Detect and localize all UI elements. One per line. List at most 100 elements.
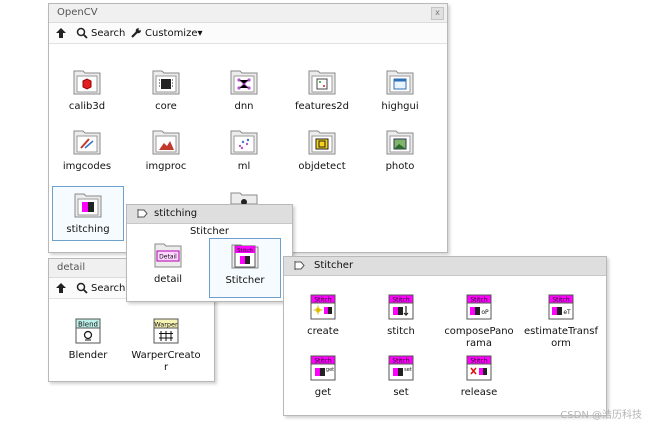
customize-label: Customize▾ xyxy=(145,27,203,39)
stitching-palette: stitching Stitcher Detail detail Stitch … xyxy=(126,204,293,302)
up-arrow-icon xyxy=(56,28,66,38)
folder-codec-icon xyxy=(72,128,102,156)
item-label: detail xyxy=(153,274,183,285)
release-method-icon: Stitch xyxy=(464,354,494,382)
icon-text: Stitch xyxy=(314,358,331,365)
icon-text: Stitch xyxy=(314,297,331,304)
item-label: highgui xyxy=(381,101,419,112)
pin-icon[interactable] xyxy=(136,207,149,220)
icon-text: Detail xyxy=(159,254,177,261)
search-button[interactable]: Search xyxy=(76,281,125,295)
folder-photo-icon xyxy=(385,128,415,156)
stitcher-palette: Stitcher Stitch create Stitch stitch Sti… xyxy=(283,256,607,416)
icon-text: Stitch xyxy=(392,358,409,365)
objdetect-vi[interactable]: objdetect xyxy=(287,128,357,173)
icon-text: oP xyxy=(481,309,489,316)
folder-mountain-icon xyxy=(151,128,181,156)
item-label: features2d xyxy=(294,101,350,112)
opencv-title: OpenCV xyxy=(57,7,98,18)
item-label: imgcodes xyxy=(62,161,112,172)
up-arrow-icon xyxy=(56,283,66,293)
item-label: get xyxy=(314,387,332,398)
calib3d-vi[interactable]: calib3d xyxy=(52,68,122,113)
stitch-method-vi[interactable]: Stitch stitch xyxy=(366,293,436,338)
search-button[interactable]: Search xyxy=(76,26,125,40)
folder-network-icon xyxy=(229,68,259,96)
ml-vi[interactable]: ml xyxy=(209,128,279,173)
stitching-title: stitching xyxy=(154,208,198,219)
create-method-vi[interactable]: Stitch create xyxy=(288,293,358,338)
item-label: composePano rama xyxy=(444,326,514,349)
create-method-icon: Stitch xyxy=(308,293,338,321)
blender-class-icon: Blend xyxy=(73,317,103,345)
icon-text: Stitch xyxy=(470,358,487,365)
core-vi[interactable]: core xyxy=(131,68,201,113)
photo-vi[interactable]: photo xyxy=(365,128,435,173)
detail-title: detail xyxy=(57,262,86,273)
opencv-titlebar[interactable]: OpenCV x xyxy=(49,4,447,23)
icon-text: Warper xyxy=(154,321,178,329)
composepanorama-method-vi[interactable]: Stitch oP composePano rama xyxy=(444,293,514,350)
folder-detail-icon: Detail xyxy=(153,241,183,269)
set-method-vi[interactable]: Stitch set set xyxy=(366,354,436,399)
item-label: objdetect xyxy=(298,161,346,172)
highgui-vi[interactable]: highgui xyxy=(365,68,435,113)
stitcher-titlebar[interactable]: Stitcher xyxy=(284,257,606,276)
item-label: Stitcher xyxy=(225,275,265,286)
item-label: stitching xyxy=(66,224,110,235)
stitcher-title: Stitcher xyxy=(314,260,354,271)
imgproc-vi[interactable]: imgproc xyxy=(131,128,201,173)
item-label: set xyxy=(393,387,409,398)
get-method-icon: Stitch get xyxy=(308,354,338,382)
icon-text: eT xyxy=(563,309,571,316)
icon-text: Stitch xyxy=(552,297,569,304)
search-label: Search xyxy=(91,282,126,294)
features2d-vi[interactable]: features2d xyxy=(287,68,357,113)
imgcodes-vi[interactable]: imgcodes xyxy=(52,128,122,173)
item-label: ml xyxy=(237,161,251,172)
watermark: CSDN @浩历科技 xyxy=(560,410,642,421)
item-label: Blender xyxy=(68,350,108,361)
folder-scatter-icon xyxy=(229,128,259,156)
item-label: imgproc xyxy=(145,161,187,172)
customize-button[interactable]: Customize▾ xyxy=(130,26,203,40)
item-label: WarperCreato r xyxy=(131,350,201,373)
folder-chip-icon xyxy=(151,68,181,96)
warper-class-icon: Warper xyxy=(151,317,181,345)
stitch-method-icon: Stitch xyxy=(386,293,416,321)
dnn-vi[interactable]: dnn xyxy=(209,68,279,113)
warpercreator-vi[interactable]: Warper WarperCreato r xyxy=(131,317,201,374)
item-label: core xyxy=(155,101,177,112)
folder-features-icon xyxy=(307,68,337,96)
search-label: Search xyxy=(91,27,126,39)
estimatetransform-method-vi[interactable]: Stitch eT estimateTransf orm xyxy=(522,293,600,350)
item-label: calib3d xyxy=(68,101,106,112)
item-label: create xyxy=(307,326,339,337)
search-icon xyxy=(76,27,88,39)
up-arrow-button[interactable] xyxy=(55,26,67,40)
search-icon xyxy=(76,282,88,294)
icon-text: set xyxy=(404,367,412,373)
set-method-icon: Stitch set xyxy=(386,354,416,382)
icon-text: Stitch xyxy=(392,297,409,304)
stitcher-class-icon: Stitch xyxy=(230,242,260,270)
wrench-icon xyxy=(131,28,141,38)
item-label: stitch xyxy=(387,326,415,337)
up-arrow-button[interactable] xyxy=(55,281,67,295)
folder-window-icon xyxy=(385,68,415,96)
release-method-vi[interactable]: Stitch release xyxy=(444,354,514,399)
blender-vi[interactable]: Blend Blender xyxy=(53,317,123,362)
icon-text: Stitch xyxy=(470,297,487,304)
icon-text: Blend xyxy=(78,321,98,329)
stitching-titlebar[interactable]: stitching xyxy=(127,205,292,224)
get-method-vi[interactable]: Stitch get get xyxy=(288,354,358,399)
opencv-toolbar: Search Customize▾ xyxy=(49,23,447,44)
icon-text: Stitch xyxy=(237,248,253,254)
item-label: estimateTransf orm xyxy=(524,326,598,349)
detail-folder-vi[interactable]: Detail detail xyxy=(133,241,203,286)
opencv-close-button[interactable]: x xyxy=(431,7,444,20)
pin-icon[interactable] xyxy=(293,259,306,272)
stitching-vi[interactable]: stitching xyxy=(52,186,124,241)
svg-text:get: get xyxy=(326,367,334,373)
stitcher-folder-vi[interactable]: Stitch Stitcher xyxy=(209,238,281,298)
